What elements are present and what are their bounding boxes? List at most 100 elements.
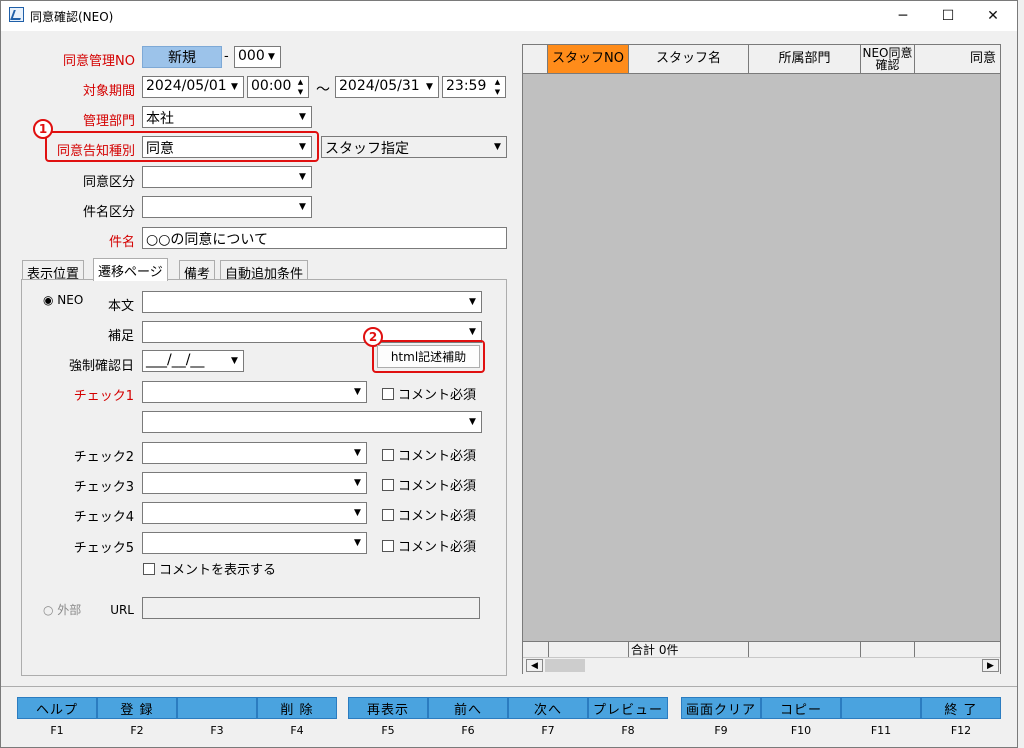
check5-select[interactable]: ▼ — [142, 532, 367, 554]
check1-select[interactable]: ▼ — [142, 381, 367, 403]
refresh-button[interactable]: 再表示 — [348, 697, 428, 719]
check4-select[interactable]: ▼ — [142, 502, 367, 524]
checkbox-icon — [382, 540, 394, 552]
check2-select[interactable]: ▼ — [142, 442, 367, 464]
check1-comment-required[interactable]: コメント必須 — [382, 384, 476, 403]
spinner-icon: ▲ ▼ — [297, 78, 304, 96]
maximize-icon[interactable]: ☐ — [925, 1, 971, 30]
fkey-label: F2 — [130, 723, 144, 737]
grid-footer-cell — [861, 641, 915, 657]
close-icon[interactable]: ✕ — [970, 1, 1016, 30]
next-button[interactable]: 次へ — [508, 697, 588, 719]
comment-required-label: コメント必須 — [398, 540, 477, 555]
subject-class-select[interactable]: ▼ — [142, 196, 312, 218]
prev-button[interactable]: 前へ — [428, 697, 508, 719]
minimize-icon[interactable]: ─ — [880, 1, 926, 30]
copy-button[interactable]: コピー — [761, 697, 841, 719]
force-date-value: ___/__/__ — [146, 352, 205, 368]
html-assist-button[interactable]: html記述補助 — [377, 345, 480, 368]
scroll-right-icon[interactable]: ▶ — [982, 659, 999, 672]
tab-transition-page[interactable]: 遷移ページ — [93, 258, 168, 281]
fkey-label: F9 — [714, 723, 728, 737]
chevron-down-icon: ▼ — [469, 297, 476, 307]
fkey-label: F3 — [210, 723, 224, 737]
f11-button[interactable] — [841, 697, 921, 719]
period-to-time[interactable]: 23:59 ▲ ▼ — [442, 76, 506, 98]
grid-footer-total: 合計 0件 — [629, 641, 749, 657]
external-radio[interactable]: ○ 外部 — [43, 601, 81, 618]
grid-header-staff-no[interactable]: スタッフNO — [548, 45, 629, 74]
period-from-date[interactable]: 2024/05/01 ▼ — [142, 76, 244, 98]
mgmt-no-sub-select[interactable]: 000 ▼ — [234, 46, 281, 68]
grid-hscrollbar[interactable] — [523, 657, 1000, 674]
chevron-down-icon: ▼ — [231, 356, 238, 366]
chevron-down-icon: ▼ — [354, 508, 361, 518]
delete-button[interactable]: 削 除 — [257, 697, 337, 719]
check3-label: チェック3 — [73, 480, 134, 495]
fkey-label: F11 — [870, 723, 892, 737]
grid-header-staff-name[interactable]: スタッフ名 — [629, 45, 749, 74]
f3-button[interactable] — [177, 697, 257, 719]
chevron-down-icon: ▼ — [494, 142, 501, 152]
period-from-date-value: 2024/05/01 — [146, 78, 227, 94]
grid-footer-cell — [749, 641, 861, 657]
chevron-down-icon: ▼ — [354, 387, 361, 397]
show-comment-label: コメントを表示する — [159, 563, 277, 578]
clear-screen-button[interactable]: 画面クリア — [681, 697, 761, 719]
check1-sub-select[interactable]: ▼ — [142, 411, 482, 433]
exit-button[interactable]: 終 了 — [921, 697, 1001, 719]
annotation-badge-1: 1 — [33, 119, 53, 139]
mgmt-no-label: 同意管理NO — [63, 54, 135, 69]
tab-auto-add[interactable]: 自動追加条件 — [220, 260, 309, 282]
notice-type-select[interactable]: 同意 ▼ — [142, 136, 312, 158]
register-button[interactable]: 登 録 — [97, 697, 177, 719]
checkbox-icon — [143, 563, 155, 575]
mgmt-no-sub-value: 000 — [238, 48, 265, 64]
tab-notes[interactable]: 備考 — [179, 260, 216, 282]
chevron-down-icon: ▼ — [354, 448, 361, 458]
check2-comment-required[interactable]: コメント必須 — [382, 445, 476, 464]
chevron-down-icon: ▼ — [469, 327, 476, 337]
check4-comment-required[interactable]: コメント必須 — [382, 505, 476, 524]
tab-display-position[interactable]: 表示位置 — [22, 260, 85, 282]
fkey-label: F12 — [950, 723, 972, 737]
grid-header-dept[interactable]: 所属部門 — [749, 45, 861, 74]
preview-button[interactable]: プレビュー — [588, 697, 668, 719]
annotation-badge-2: 2 — [363, 327, 383, 347]
url-input[interactable] — [142, 597, 480, 619]
chevron-down-icon: ▼ — [299, 172, 306, 182]
neo-radio[interactable]: ◉ NEO — [43, 293, 83, 307]
mgmt-no-dash: - — [224, 49, 229, 64]
help-button[interactable]: ヘルプ — [17, 697, 97, 719]
force-date-input[interactable]: ___/__/__ ▼ — [142, 350, 244, 372]
period-to-date[interactable]: 2024/05/31 ▼ — [335, 76, 439, 98]
period-from-time[interactable]: 00:00 ▲ ▼ — [247, 76, 309, 98]
period-label: 対象期間 — [82, 84, 135, 99]
check1-label: チェック1 — [73, 389, 134, 404]
subject-input[interactable]: ○○の同意について — [142, 227, 507, 249]
chevron-down-icon: ▼ — [426, 82, 433, 92]
checkbox-icon — [382, 509, 394, 521]
check5-label: チェック5 — [73, 541, 134, 556]
neo-radio-label: NEO — [57, 293, 84, 307]
period-from-time-value: 00:00 — [251, 78, 292, 94]
show-comment-checkbox[interactable]: コメントを表示する — [143, 559, 276, 578]
dept-select[interactable]: 本社 ▼ — [142, 106, 312, 128]
consent-class-select[interactable]: ▼ — [142, 166, 312, 188]
check3-select[interactable]: ▼ — [142, 472, 367, 494]
scroll-thumb[interactable] — [545, 659, 585, 672]
staff-spec-select[interactable]: スタッフ指定 ▼ — [321, 136, 507, 158]
body-label: 本文 — [107, 299, 134, 314]
chevron-down-icon: ▼ — [469, 417, 476, 427]
dept-value: 本社 — [146, 111, 174, 127]
body-select[interactable]: ▼ — [142, 291, 482, 313]
check3-comment-required[interactable]: コメント必須 — [382, 475, 476, 494]
scroll-left-icon[interactable]: ◀ — [526, 659, 543, 672]
staff-spec-value: スタッフ指定 — [325, 141, 409, 157]
check5-comment-required[interactable]: コメント必須 — [382, 536, 476, 555]
chevron-down-icon: ▼ — [299, 202, 306, 212]
grid-header-consent[interactable]: 同意 — [915, 45, 1000, 74]
external-radio-label: 外部 — [57, 603, 82, 617]
spinner-icon: ▲ ▼ — [494, 78, 501, 96]
grid-header-neo-confirm[interactable]: NEO同意確認 — [861, 45, 915, 74]
